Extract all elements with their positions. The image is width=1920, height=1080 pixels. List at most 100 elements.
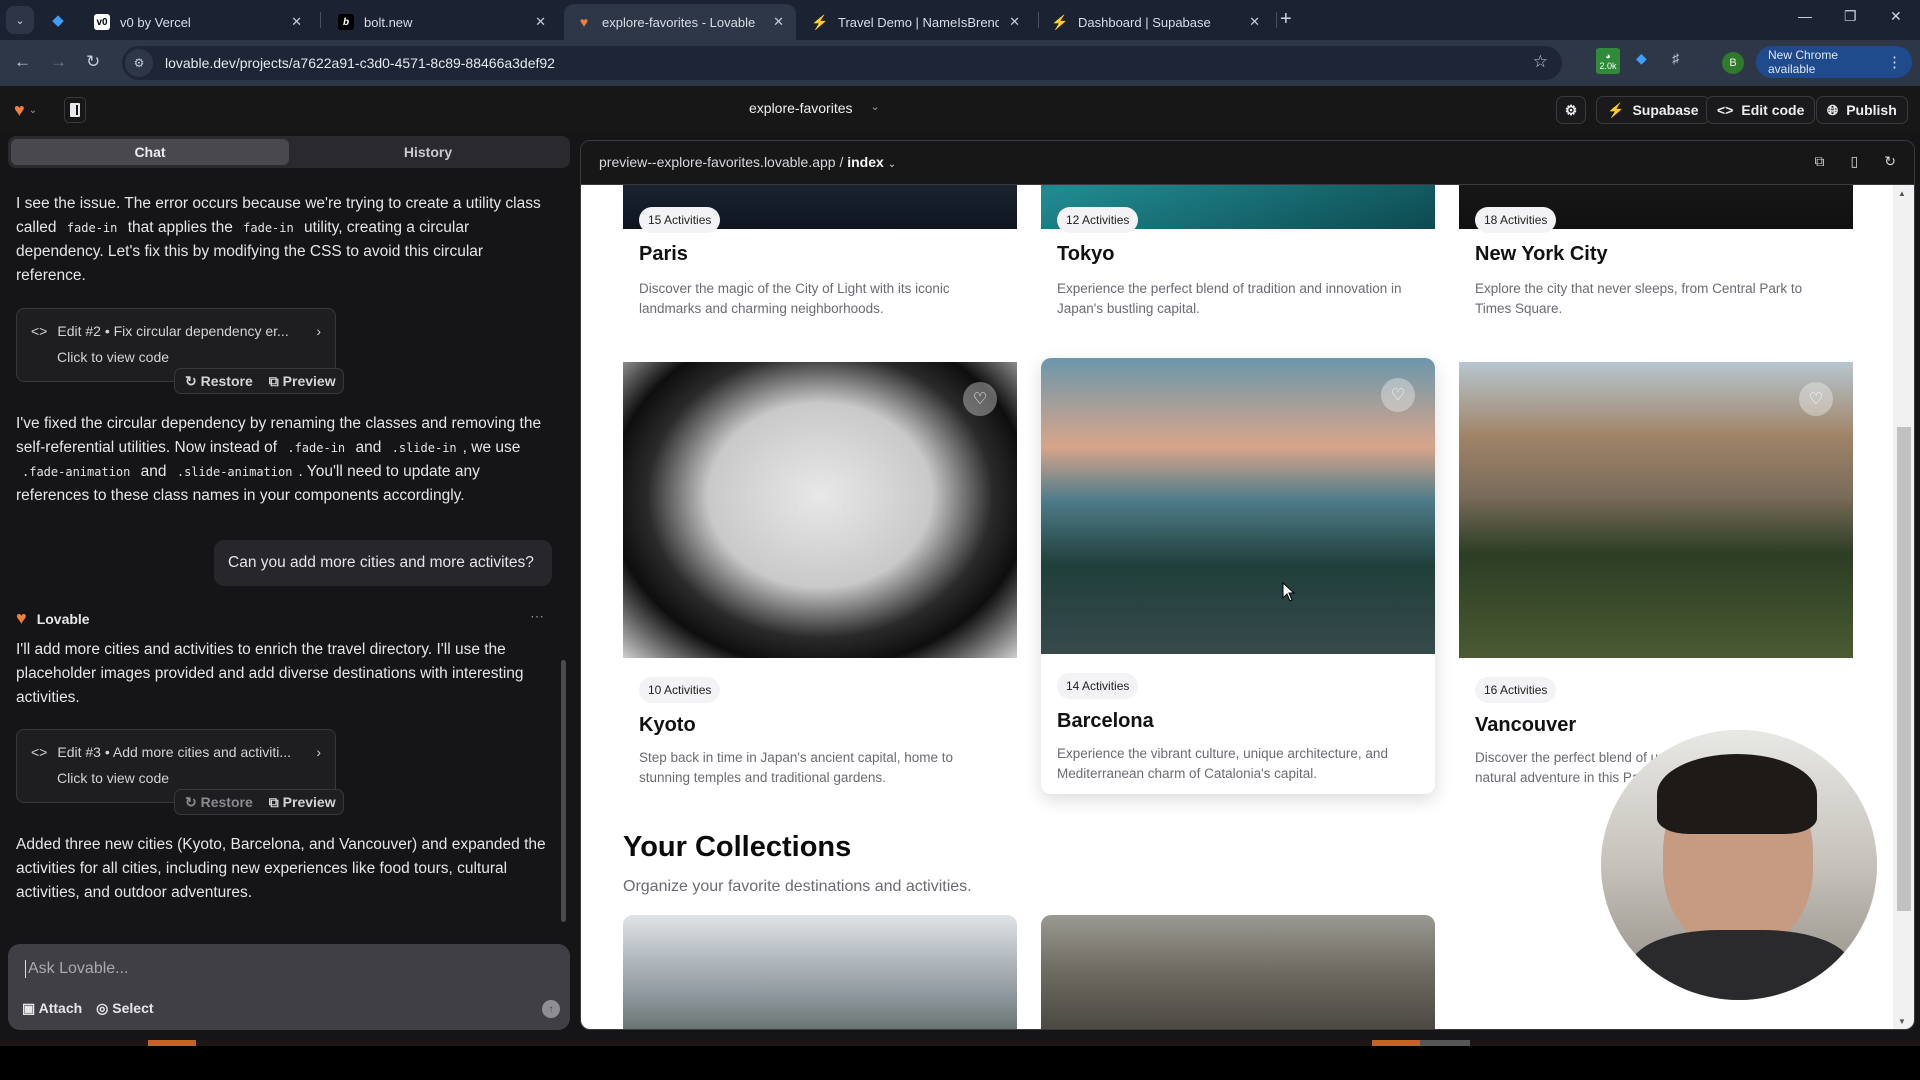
chat-input[interactable]: Ask Lovable...: [25, 960, 129, 978]
settings-button[interactable]: ⚙: [1556, 96, 1586, 124]
inline-code: .slide-animation: [176, 465, 293, 479]
restore-label: Restore: [200, 372, 253, 389]
project-switcher[interactable]: explore-favorites ⌄: [749, 100, 880, 116]
preview-url[interactable]: preview--explore-favorites.lovable.app /…: [599, 154, 896, 170]
close-tab-icon[interactable]: ✕: [535, 14, 546, 30]
tab-v0[interactable]: v0 v0 by Vercel ✕: [82, 4, 314, 40]
profile-avatar[interactable]: B: [1722, 52, 1744, 74]
restore-window-button[interactable]: ❐: [1844, 8, 1857, 25]
address-bar[interactable]: ⚙ lovable.dev/projects/a7622a91-c3d0-457…: [122, 46, 1562, 80]
assistant-header: ♥ Lovable: [16, 608, 90, 629]
tab-search-button[interactable]: ⌄: [6, 6, 34, 34]
city-name: Tokyo: [1057, 243, 1115, 265]
back-button[interactable]: ←: [14, 52, 31, 72]
city-description: Explore the city that never sleeps, from…: [1475, 281, 1803, 316]
preview-route[interactable]: index: [847, 154, 884, 170]
favorite-heart-button[interactable]: ♡: [963, 382, 997, 416]
supabase-bolt-icon: ⚡: [1607, 101, 1625, 118]
tab-supabase-dashboard[interactable]: ⚡ Dashboard | Supabase ✕: [1040, 4, 1272, 40]
message-more-button[interactable]: ⋯: [530, 608, 544, 625]
close-tab-icon[interactable]: ✕: [1249, 14, 1260, 30]
v0-icon: v0: [94, 14, 110, 30]
city-name: Barcelona: [1057, 710, 1154, 732]
tab-bolt[interactable]: b bolt.new ✕: [326, 4, 558, 40]
collection-card-mountains[interactable]: [623, 915, 1017, 1029]
preview-scrollbar[interactable]: ▲ ▼: [1893, 185, 1914, 1029]
city-card-barcelona[interactable]: ♡ 14 Activities Barcelona Experience the…: [1041, 358, 1435, 794]
code-brackets-icon: <>: [1717, 102, 1734, 118]
inline-code: fade-in: [66, 221, 118, 235]
lovable-heart-icon: ♥: [16, 608, 27, 628]
preview-button[interactable]: ⧉ Preview: [269, 373, 336, 390]
restore-label: Restore: [200, 793, 253, 810]
supabase-bolt-icon: ⚡: [1051, 13, 1069, 30]
edit-code-label: Edit code: [1741, 102, 1805, 118]
chevron-down-icon: ⌄: [28, 105, 38, 116]
extensions-puzzle-icon[interactable]: ♯: [1672, 50, 1679, 66]
publish-button[interactable]: 🌐︎ Publish: [1816, 96, 1908, 124]
url-text[interactable]: lovable.dev/projects/a7622a91-c3d0-4571-…: [165, 55, 555, 71]
inline-code: .fade-in: [287, 441, 346, 455]
scroll-up-icon[interactable]: ▲: [1898, 189, 1906, 198]
open-in-new-tab-icon[interactable]: ⧉: [1815, 153, 1825, 170]
preview-button[interactable]: ⧉ Preview: [269, 794, 336, 811]
chat-messages[interactable]: I see the issue. The error occurs becaus…: [0, 172, 570, 922]
restore-button[interactable]: ↻ Restore: [185, 794, 253, 811]
city-card-kyoto[interactable]: ♡ 10 Activities Kyoto Step back in time …: [623, 362, 1017, 798]
extension-gem-icon[interactable]: ◆: [1636, 50, 1647, 67]
reload-button[interactable]: ↻: [86, 52, 100, 72]
pinned-tab-gem-icon[interactable]: ◆: [46, 8, 70, 32]
collection-card-food[interactable]: [1041, 915, 1435, 1029]
favorite-heart-button[interactable]: ♡: [1799, 382, 1833, 416]
assistant-message: Added three new cities (Kyoto, Barcelona…: [16, 836, 546, 901]
city-card-new-york[interactable]: 18 Activities New York City Explore the …: [1459, 185, 1853, 369]
tab-chat[interactable]: Chat: [11, 139, 289, 165]
close-tab-icon[interactable]: ✕: [1009, 14, 1020, 30]
app-header: ♥ ⌄ explore-favorites ⌄ ⚙ ⚡ Supabase <> …: [0, 86, 1920, 134]
extension-gauge-icon[interactable]: ◕ 2.0k: [1596, 48, 1620, 74]
city-card-tokyo[interactable]: 12 Activities Tokyo Experience the perfe…: [1041, 185, 1435, 369]
city-card-paris[interactable]: 15 Activities Paris Discover the magic o…: [623, 185, 1017, 369]
forward-button[interactable]: →: [50, 52, 67, 72]
restore-button[interactable]: ↻ Restore: [185, 373, 253, 390]
select-label: Select: [112, 1000, 154, 1016]
edit-code-button[interactable]: <> Edit code: [1706, 96, 1816, 124]
new-tab-button[interactable]: +: [1280, 8, 1292, 31]
activities-badge: 16 Activities: [1475, 677, 1557, 703]
target-icon: ◎: [96, 1000, 109, 1016]
favorite-heart-button[interactable]: ♡: [1381, 378, 1415, 412]
refresh-icon[interactable]: ↻: [1884, 153, 1896, 170]
tab-history[interactable]: History: [289, 139, 567, 165]
chevron-down-icon: ⌄: [15, 14, 25, 27]
chat-scrollbar[interactable]: [561, 660, 566, 922]
mobile-view-icon[interactable]: ▯: [1851, 153, 1859, 170]
tab-title: Dashboard | Supabase: [1078, 14, 1211, 30]
assistant-name: Lovable: [36, 610, 90, 627]
attach-button[interactable]: ▣ Attach: [22, 1000, 82, 1017]
close-window-button[interactable]: ✕: [1890, 8, 1902, 25]
chevron-right-icon: ›: [316, 323, 321, 339]
scroll-down-icon[interactable]: ▼: [1898, 1017, 1906, 1026]
send-button[interactable]: ↑: [542, 1000, 560, 1018]
chevron-down-icon: ⌄: [887, 159, 897, 170]
supabase-button[interactable]: ⚡ Supabase: [1596, 96, 1710, 124]
webcam-overlay: [1601, 730, 1877, 1000]
edit-actions-2: ↻ Restore ⧉ Preview: [174, 368, 344, 394]
new-chrome-available-button[interactable]: New Chrome available ⋮: [1756, 46, 1912, 78]
tab-lovable-active[interactable]: ♥ explore-favorites - Lovable ✕: [564, 4, 796, 40]
lovable-menu-button[interactable]: ♥ ⌄: [14, 100, 37, 121]
browser-tab-strip: ⌄ ◆ v0 v0 by Vercel ✕ b bolt.new ✕ ♥ exp…: [0, 0, 1920, 40]
preview-label: Preview: [282, 372, 336, 389]
tab-travel-demo[interactable]: ⚡ Travel Demo | NameIsBrendan | ✕: [800, 4, 1032, 40]
more-menu-icon[interactable]: ⋮: [1887, 53, 1902, 71]
person-hair: [1657, 754, 1817, 834]
scrollbar-thumb[interactable]: [1897, 427, 1911, 911]
close-tab-icon[interactable]: ✕: [291, 14, 302, 30]
sidebar-toggle-button[interactable]: [64, 97, 86, 123]
minimize-button[interactable]: —: [1798, 8, 1812, 24]
select-button[interactable]: ◎ Select: [96, 1000, 153, 1017]
bookmark-star-icon[interactable]: ☆: [1533, 52, 1548, 72]
site-settings-icon[interactable]: ⚙: [125, 49, 153, 77]
edit-subtitle: Click to view code: [57, 349, 170, 365]
close-tab-icon[interactable]: ✕: [773, 14, 784, 30]
